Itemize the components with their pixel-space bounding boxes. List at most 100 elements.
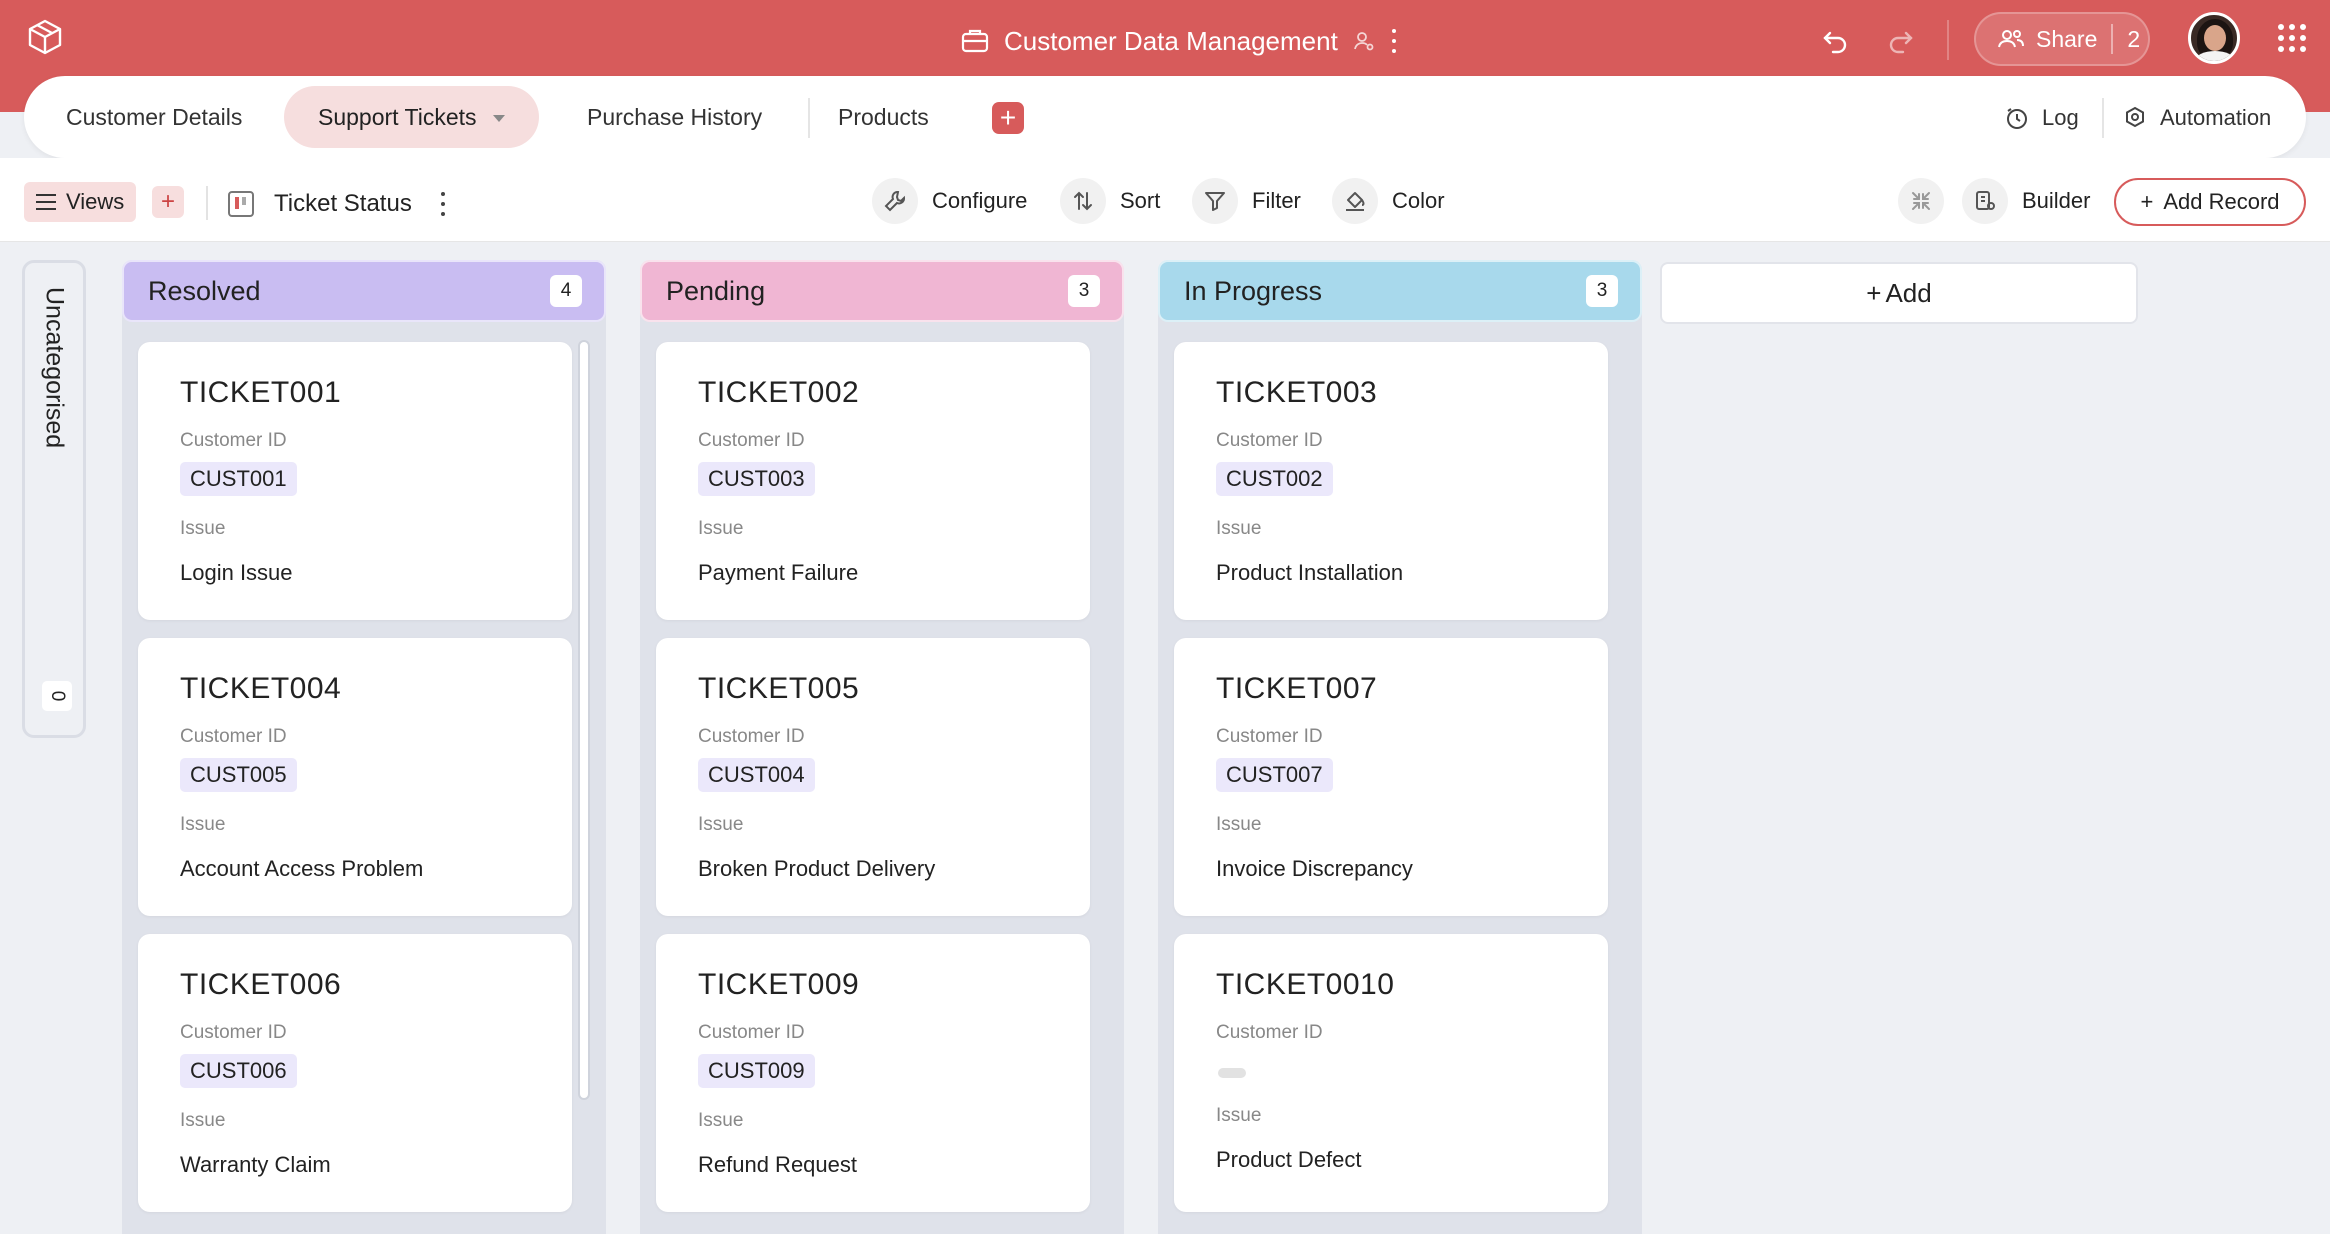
tab-purchase-history[interactable]: Purchase History: [587, 86, 762, 148]
tab-support-tickets[interactable]: Support Tickets: [284, 86, 539, 148]
tab-products[interactable]: Products: [838, 86, 929, 148]
customer-id-label: Customer ID: [180, 430, 287, 451]
issue-label: Issue: [698, 814, 744, 835]
customer-id-chip: CUST002: [1216, 462, 1333, 496]
ticket-card[interactable]: TICKET005 Customer ID CUST004 Issue Broken P…: [656, 638, 1090, 916]
tab-label: Support Tickets: [318, 103, 477, 130]
column-count: 3: [1068, 275, 1100, 307]
collapse-button[interactable]: [1898, 176, 1944, 226]
ticket-card[interactable]: TICKET001 Customer ID CUST001 Issue Login Is…: [138, 342, 572, 620]
ticket-id: TICKET004: [180, 672, 342, 705]
automation-button[interactable]: Automation: [2122, 96, 2271, 140]
issue-value: Payment Failure: [698, 560, 859, 585]
ticket-card[interactable]: TICKET004 Customer ID CUST005 Issue Account …: [138, 638, 572, 916]
plus-icon: +: [1866, 277, 1882, 308]
view-toolbar: Views + Ticket Status Configure Sort Fil…: [0, 158, 2330, 242]
automation-label: Automation: [2160, 105, 2272, 130]
customer-id-label: Customer ID: [1216, 430, 1323, 451]
add-view-button[interactable]: +: [152, 186, 184, 218]
customer-id-chip: CUST001: [180, 462, 297, 496]
column-scrollbar[interactable]: [578, 340, 590, 1100]
column-count: 3: [1586, 275, 1618, 307]
issue-value: Broken Product Delivery: [698, 856, 936, 881]
configure-label: Configure: [932, 188, 1028, 213]
column-title: Resolved: [148, 275, 261, 306]
add-record-button[interactable]: + Add Record: [2114, 178, 2306, 226]
user-settings-icon[interactable]: [1352, 29, 1376, 53]
ticket-id: TICKET003: [1216, 376, 1378, 409]
tab-label: Purchase History: [587, 103, 763, 130]
views-button[interactable]: Views: [24, 182, 137, 222]
filter-button[interactable]: Filter: [1192, 176, 1301, 226]
customer-id-label: Customer ID: [180, 1022, 287, 1043]
ticket-card[interactable]: TICKET007 Customer ID CUST007 Issue Invoice …: [1174, 638, 1608, 916]
sort-button[interactable]: Sort: [1060, 176, 1160, 226]
issue-value: Refund Request: [698, 1152, 857, 1177]
redo-icon[interactable]: [1884, 24, 1916, 56]
ticket-id: TICKET0010: [1216, 968, 1395, 1001]
share-button[interactable]: Share 2: [1974, 12, 2150, 66]
issue-value: Login Issue: [180, 560, 293, 585]
customer-id-chip: CUST004: [698, 758, 815, 792]
title-more-icon[interactable]: [1390, 29, 1398, 53]
ticket-id: TICKET007: [1216, 672, 1378, 705]
issue-label: Issue: [1216, 518, 1262, 539]
customer-id-chip: CUST003: [698, 462, 815, 496]
app-title[interactable]: Customer Data Management: [1004, 26, 1338, 57]
column-header[interactable]: Pending 3: [640, 260, 1124, 322]
uncategorised-column[interactable]: Uncategorised 0: [22, 260, 86, 738]
ticket-id: TICKET009: [698, 968, 860, 1001]
undo-icon[interactable]: [1820, 24, 1852, 56]
header-divider: [1947, 20, 1949, 60]
uncategorised-count: 0: [42, 681, 72, 711]
ticket-card[interactable]: TICKET003 Customer ID CUST002 Issue Product …: [1174, 342, 1608, 620]
app-logo-icon[interactable]: [26, 18, 64, 56]
tab-label: Products: [838, 103, 929, 130]
status-column: Resolved 4 TICKET001 Customer ID CUST001 Issu…: [122, 260, 606, 1234]
issue-label: Issue: [180, 1110, 226, 1131]
log-button[interactable]: Log: [2004, 96, 2079, 140]
customer-id-label: Customer ID: [698, 430, 805, 451]
add-record-label: Add Record: [2163, 189, 2280, 214]
column-title: Pending: [666, 275, 766, 306]
customer-id-chip: CUST007: [1216, 758, 1333, 792]
color-button[interactable]: Color: [1332, 176, 1445, 226]
automation-icon: [2126, 106, 2144, 128]
view-name: Ticket Status: [274, 190, 412, 217]
add-column-button[interactable]: + Add: [1660, 262, 2138, 324]
briefcase-icon: [961, 29, 989, 53]
ticket-card[interactable]: TICKET002 Customer ID CUST003 Issue Payment …: [656, 342, 1090, 620]
chevron-down-icon[interactable]: [492, 115, 505, 122]
ticket-card[interactable]: TICKET009 Customer ID CUST009 Issue Refund R…: [656, 934, 1090, 1212]
customer-id-label: Customer ID: [1216, 1022, 1323, 1043]
customer-id-label: Customer ID: [1216, 726, 1323, 747]
tab-customer-details[interactable]: Customer Details: [66, 86, 242, 148]
toolbar-divider: [206, 186, 208, 220]
view-more-icon[interactable]: [440, 192, 446, 216]
ticket-card[interactable]: TICKET006 Customer ID CUST006 Issue Warranty…: [138, 934, 572, 1212]
configure-button[interactable]: Configure: [872, 176, 1027, 226]
issue-label: Issue: [1216, 814, 1262, 835]
column-header[interactable]: Resolved 4: [122, 260, 606, 322]
current-view[interactable]: Ticket Status: [228, 184, 446, 224]
paint-bucket-icon: [1346, 192, 1365, 211]
clock-icon: [2007, 108, 2027, 129]
customer-id-label: Customer ID: [698, 1022, 805, 1043]
issue-value: Invoice Discrepancy: [1216, 856, 1413, 881]
ticket-card[interactable]: TICKET0010 Customer ID Issue Product Defect: [1174, 934, 1608, 1212]
add-table-button[interactable]: +: [992, 102, 1024, 134]
builder-button[interactable]: Builder: [1962, 176, 2090, 226]
issue-label: Issue: [180, 814, 226, 835]
issue-label: Issue: [1216, 1105, 1262, 1126]
app-grid-icon[interactable]: [2278, 24, 2306, 52]
customer-id-label: Customer ID: [698, 726, 805, 747]
customer-id-empty: [1218, 1068, 1246, 1078]
status-column: Pending 3 TICKET002 Customer ID CUST003 Issue…: [640, 260, 1124, 1234]
column-title: In Progress: [1184, 275, 1323, 306]
sort-icon: [1074, 191, 1092, 211]
column-header[interactable]: In Progress 3: [1158, 260, 1642, 322]
share-divider: [2111, 24, 2114, 54]
user-avatar[interactable]: [2188, 12, 2240, 64]
builder-icon: [1976, 191, 1995, 210]
ticket-id: TICKET002: [698, 376, 860, 409]
